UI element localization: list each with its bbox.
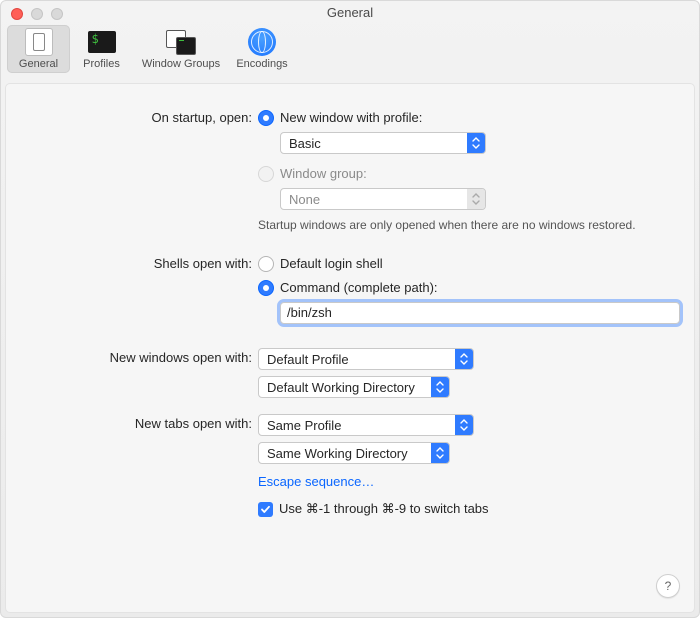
profiles-icon (88, 31, 116, 53)
encodings-icon (248, 28, 276, 56)
escape-sequence-link[interactable]: Escape sequence… (258, 474, 374, 489)
tab-label: Profiles (70, 58, 133, 70)
window-controls (11, 8, 63, 20)
radio-label: Command (complete path): (280, 278, 438, 298)
chevrons-icon (455, 349, 473, 369)
select-new-tab-profile[interactable]: Same Profile (258, 414, 474, 436)
row-startup: On startup, open: New window with profil… (6, 108, 694, 248)
zoom-window-button[interactable] (51, 8, 63, 20)
select-startup-profile[interactable]: Basic (280, 132, 486, 154)
select-new-window-profile[interactable]: Default Profile (258, 348, 474, 370)
tab-label: General (7, 58, 70, 70)
select-value: Basic (281, 136, 467, 151)
help-button[interactable]: ? (656, 574, 680, 598)
startup-hint: Startup windows are only opened when the… (258, 218, 694, 232)
tab-label: Window Groups (133, 58, 229, 70)
help-icon: ? (665, 579, 672, 593)
checkbox-switch-tabs[interactable] (258, 502, 273, 517)
row-shells: Shells open with: Default login shell Co… (6, 254, 694, 344)
select-value: None (281, 192, 467, 207)
tab-encodings[interactable]: Encodings (229, 25, 295, 73)
chevrons-icon (431, 443, 449, 463)
row-new-windows: New windows open with: Default Profile D… (6, 348, 694, 410)
select-value: Default Working Directory (259, 380, 431, 395)
radio-window-group (258, 166, 274, 182)
select-value: Same Profile (259, 418, 455, 433)
close-window-button[interactable] (11, 8, 23, 20)
radio-label: Default login shell (280, 254, 383, 274)
startup-label: On startup, open: (6, 108, 258, 128)
titlebar: General (1, 1, 699, 25)
chevrons-icon (431, 377, 449, 397)
select-value: Default Profile (259, 352, 455, 367)
select-value: Same Working Directory (259, 446, 431, 461)
content-panel: On startup, open: New window with profil… (5, 83, 695, 613)
window-groups-icon (166, 30, 196, 54)
tab-window-groups[interactable]: Window Groups (133, 25, 229, 73)
general-icon (25, 28, 53, 56)
select-new-window-workdir[interactable]: Default Working Directory (258, 376, 450, 398)
select-window-group: None (280, 188, 486, 210)
chevrons-icon (467, 189, 485, 209)
new-windows-label: New windows open with: (6, 348, 258, 368)
tab-profiles[interactable]: Profiles (70, 25, 133, 73)
row-new-tabs: New tabs open with: Same Profile Same Wo… (6, 414, 694, 523)
radio-command[interactable] (258, 280, 274, 296)
tab-label: Encodings (229, 58, 295, 70)
new-tabs-label: New tabs open with: (6, 414, 258, 434)
select-new-tab-workdir[interactable]: Same Working Directory (258, 442, 450, 464)
radio-label: Window group: (280, 164, 367, 184)
radio-label: New window with profile: (280, 108, 422, 128)
preferences-window: General General Profiles Window Groups E… (0, 0, 700, 618)
shells-label: Shells open with: (6, 254, 258, 274)
tab-general[interactable]: General (7, 25, 70, 73)
radio-default-login-shell[interactable] (258, 256, 274, 272)
minimize-window-button[interactable] (31, 8, 43, 20)
checkbox-label: Use ⌘-1 through ⌘-9 to switch tabs (279, 499, 489, 519)
command-path-field[interactable]: /bin/zsh (280, 302, 680, 324)
prefs-toolbar: General Profiles Window Groups Encodings (1, 25, 699, 77)
chevrons-icon (467, 133, 485, 153)
radio-new-window-with-profile[interactable] (258, 110, 274, 126)
window-title: General (1, 1, 699, 25)
chevrons-icon (455, 415, 473, 435)
